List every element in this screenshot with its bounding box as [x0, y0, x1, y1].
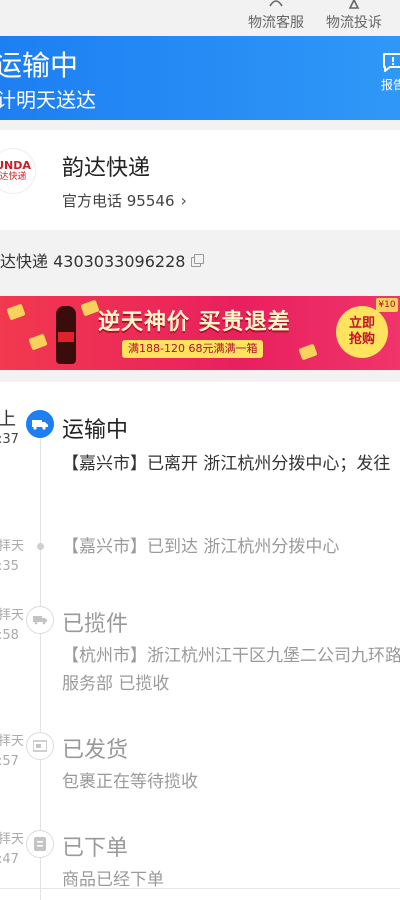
courier-logo: UNDA 达快递 — [0, 148, 36, 194]
timeline-clock: :58 — [0, 628, 19, 643]
tracking-number: 达快递 4303033096228 — [0, 252, 186, 271]
banner-subtitle: 满188-120 68元满满一箱 — [122, 340, 264, 358]
timeline-time: 拝天 :58 — [0, 606, 24, 646]
timeline-date: 拝天 — [0, 539, 25, 554]
logistics-service-link[interactable]: 物流客服 — [248, 0, 304, 36]
cola-bottle-image — [56, 306, 76, 364]
bottom-divider — [0, 888, 400, 889]
tracking-timeline: 上 :37 运输中 【嘉兴市】已离开 浙江杭州分拨中心；发往 拝天 :35 【嘉… — [0, 382, 400, 900]
courier-card: UNDA 达快递 韵达快递 官方电话 95546 › — [0, 130, 400, 230]
courier-logo-text: UNDA — [0, 159, 31, 172]
timeline-description: 【嘉兴市】已到达 浙江杭州分拨中心 — [62, 537, 340, 557]
timeline-description: 【杭州市】浙江杭州江干区九堡二公司九环路服务部 已揽收 — [62, 646, 400, 694]
timeline-description: 商品已经下单 — [62, 870, 164, 890]
logistics-service-label: 物流客服 — [248, 15, 304, 31]
timeline-status: 已发货 — [62, 738, 129, 763]
report-button[interactable]: 报告 — [378, 52, 400, 93]
coupon-decoration — [298, 343, 318, 361]
coupon-decoration — [28, 333, 48, 351]
courier-phone-text: 官方电话 95546 — [62, 192, 175, 210]
tracking-number-row: 达快递 4303033096228 — [0, 230, 400, 286]
timeline-clock: :37 — [0, 432, 19, 447]
timeline-status: 已揽件 — [62, 612, 129, 637]
buy-now-label-1: 立即 — [348, 316, 375, 331]
courier-logo-subtext: 达快递 — [0, 172, 27, 182]
package-icon — [26, 732, 54, 760]
coupon-decoration — [6, 303, 26, 321]
copy-icon[interactable] — [191, 254, 205, 267]
timeline-date: 拝天 — [0, 832, 25, 847]
timeline-date: 上 — [0, 409, 16, 430]
banner-price-tag: ¥10 — [376, 298, 398, 312]
timeline-status: 已下单 — [62, 836, 129, 861]
status-title: 运输中 — [0, 49, 79, 82]
timeline-description: 【嘉兴市】已离开 浙江杭州分拨中心；发往 — [62, 454, 391, 474]
timeline-clock: :35 — [0, 559, 19, 574]
truck-icon — [26, 410, 54, 438]
report-icon — [383, 53, 400, 72]
timeline-date: 拝天 — [0, 608, 25, 623]
banner-title: 逆天神价 买贵退差 — [98, 310, 291, 335]
timeline-dot — [37, 543, 44, 550]
logistics-complaint-link[interactable]: 物流投诉 — [326, 0, 382, 36]
timeline-clock: :57 — [0, 754, 19, 769]
top-bar: 物流客服 物流投诉 — [0, 0, 400, 36]
promo-banner[interactable]: 逆天神价 买贵退差 满188-120 68元满满一箱 ¥10 立即 抢购 — [0, 296, 400, 370]
timeline-time: 拝天 :35 — [0, 537, 24, 577]
timeline-date: 拝天 — [0, 734, 25, 749]
courier-phone-link[interactable]: 官方电话 95546 › — [62, 190, 187, 211]
shipping-status-header: 运输中 计明天送达 报告 — [0, 36, 400, 120]
status-estimate: 计明天送达 — [0, 88, 96, 112]
timeline-status: 运输中 — [62, 418, 129, 443]
complaint-icon — [344, 0, 364, 10]
timeline-time: 上 :37 — [0, 410, 19, 450]
report-label: 报告 — [380, 78, 400, 92]
pickup-icon — [26, 606, 54, 634]
timeline-description: 包裹正在等待揽收 — [62, 772, 198, 792]
order-icon — [26, 830, 54, 858]
headset-icon — [266, 0, 286, 10]
coupon-decoration — [80, 299, 100, 317]
buy-now-label-2: 抢购 — [348, 332, 375, 347]
buy-now-button[interactable]: 立即 抢购 — [336, 306, 388, 358]
chevron-right-icon: › — [180, 191, 187, 210]
timeline-time: 拝天 :57 — [0, 732, 24, 772]
timeline-line — [40, 422, 41, 900]
timeline-time: 拝天 :47 — [0, 830, 24, 870]
courier-name: 韵达快递 — [62, 156, 151, 181]
timeline-clock: :47 — [0, 852, 19, 867]
logistics-complaint-label: 物流投诉 — [326, 15, 382, 31]
